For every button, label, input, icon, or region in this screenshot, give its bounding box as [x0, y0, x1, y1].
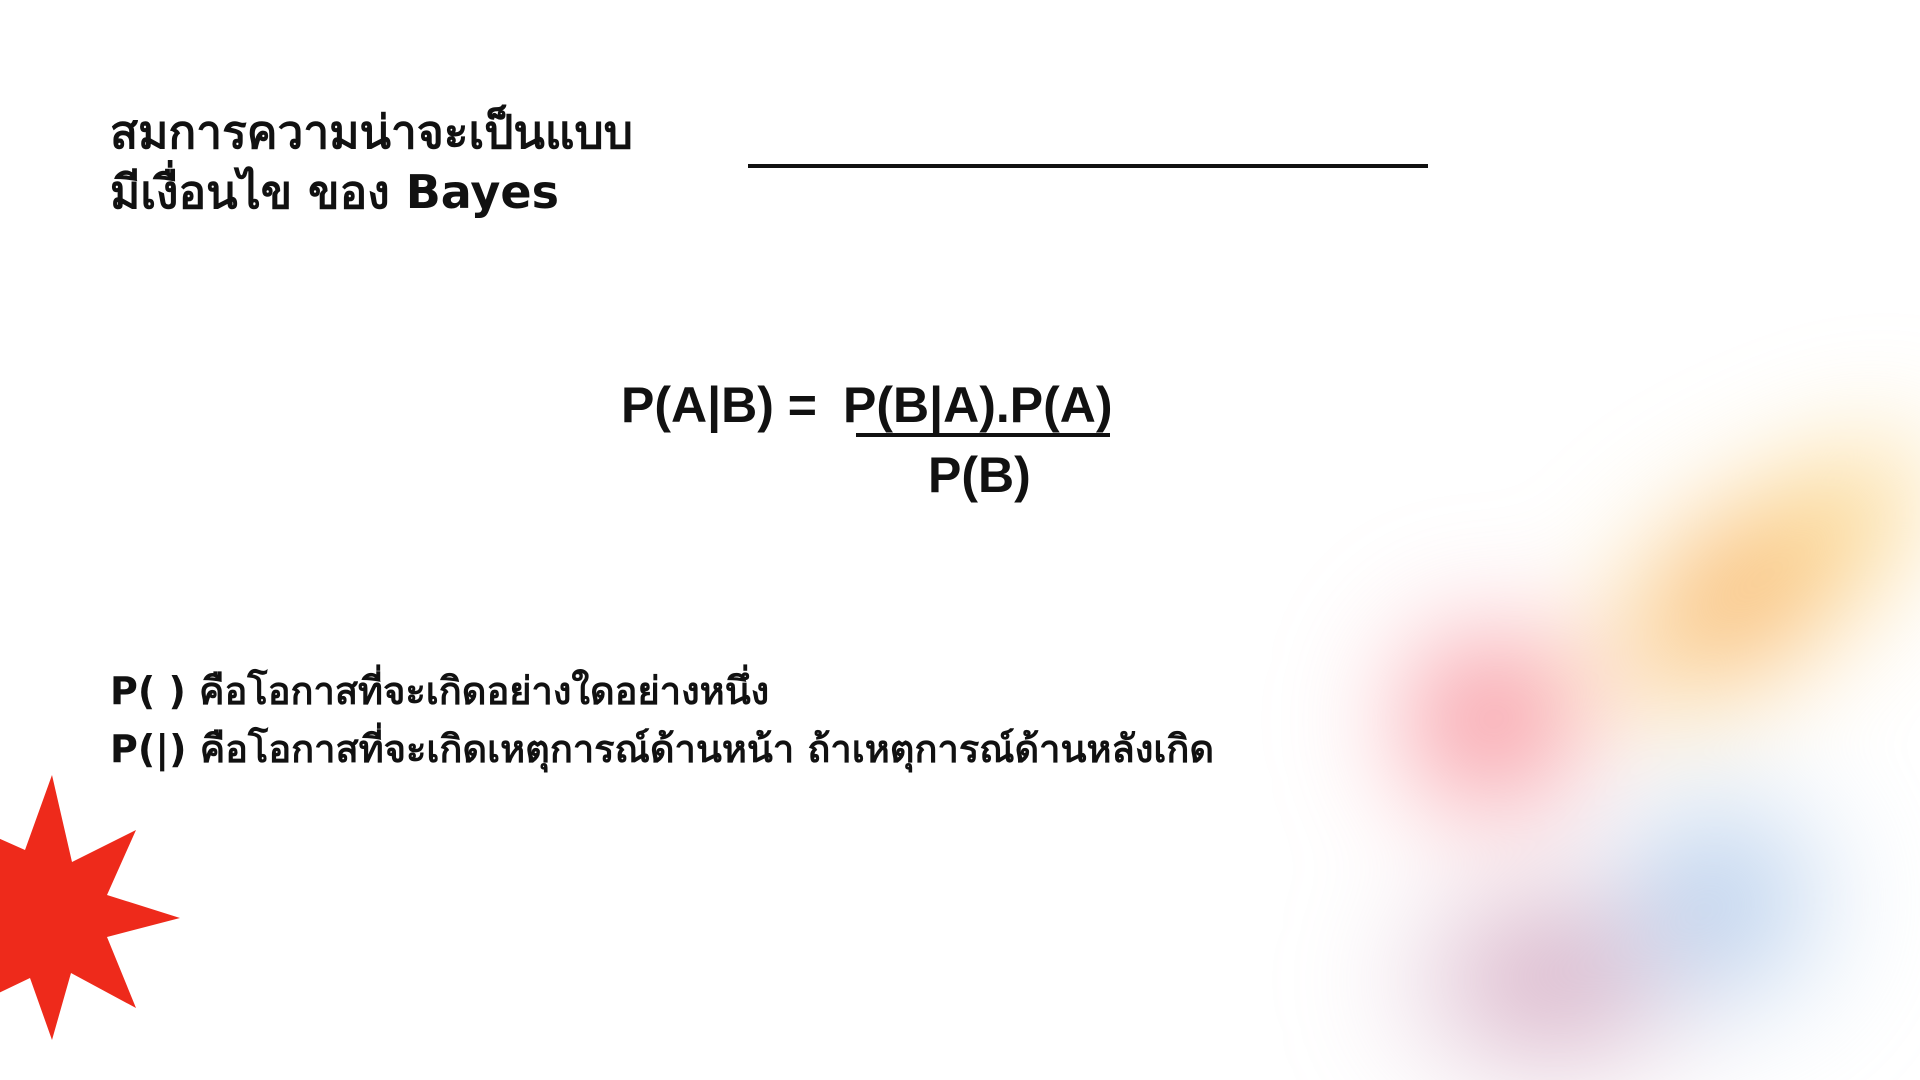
fraction-bar	[856, 433, 1110, 437]
definitions-list: P( ) คือโอกาสที่จะเกิดอย่างใดอย่างหนึ่ง …	[110, 662, 1214, 778]
starburst-icon	[0, 775, 180, 1040]
title-line-1: สมการความน่าจะเป็นแบบ	[110, 105, 633, 159]
definition-conditional-probability: P(|) คือโอกาสที่จะเกิดเหตุการณ์ด้านหน้า …	[110, 727, 1215, 771]
definition-probability: P( ) คือโอกาสที่จะเกิดอย่างใดอย่างหนึ่ง	[110, 669, 770, 713]
slide: สมการความน่าจะเป็นแบบ มีเงื่อนไข ของ Bay…	[0, 0, 1920, 1080]
title-line-2: มีเงื่อนไข ของ Bayes	[110, 165, 559, 219]
formula-denominator: P(B)	[928, 447, 1031, 503]
fill-in-blank-line	[748, 164, 1428, 168]
formula-numerator: P(B|A).P(A)	[843, 377, 1113, 433]
gradient-blob-decoration	[1300, 369, 1920, 1080]
gradient-blob-blue	[1570, 750, 1870, 1050]
page-title: สมการความน่าจะเป็นแบบ มีเงื่อนไข ของ Bay…	[110, 102, 633, 222]
formula-left-side: P(A|B) =	[621, 377, 817, 433]
